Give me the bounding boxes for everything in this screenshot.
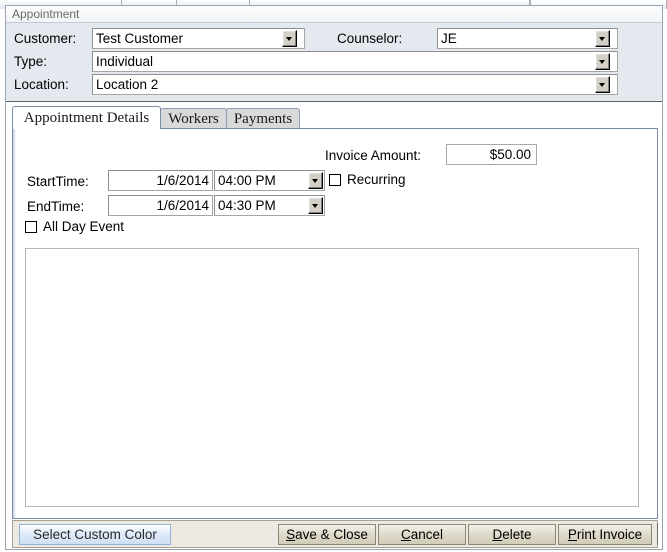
save-and-close-button[interactable]: Save & Close	[278, 524, 376, 545]
notes-textarea[interactable]	[25, 248, 639, 507]
all-day-event-label: All Day Event	[43, 219, 125, 234]
location-dropdown-arrow-icon[interactable]	[595, 76, 610, 93]
tab-workers[interactable]: Workers	[160, 108, 227, 129]
recurring-label: Recurring	[347, 172, 406, 187]
start-date-input[interactable]: 1/6/2014	[108, 170, 213, 191]
print-rest: rint Invoice	[576, 527, 643, 542]
location-input[interactable]: Location 2	[92, 74, 618, 95]
header-row-location: Location: Location 2	[6, 74, 662, 97]
print-accel: P	[567, 527, 577, 542]
window-resize-grip[interactable]	[657, 523, 658, 545]
cancel-accel: C	[400, 527, 411, 542]
customer-input[interactable]: Test Customer	[92, 28, 305, 49]
tab-payments[interactable]: Payments	[226, 108, 300, 129]
cancel-rest: ancel	[410, 527, 444, 542]
print-invoice-button[interactable]: Print Invoice	[558, 524, 652, 545]
end-time-label: EndTime:	[27, 199, 85, 214]
counselor-input[interactable]: JE	[437, 28, 618, 49]
header-row-customer: Customer: Test Customer Counselor: JE	[6, 28, 662, 51]
appointment-form-window: Appointment Customer: Test Customer Coun…	[5, 5, 663, 550]
type-label: Type:	[14, 54, 48, 69]
save-rest: ave & Close	[295, 527, 368, 542]
invoice-amount-input[interactable]: $50.00	[446, 144, 537, 165]
start-time-label: StartTime:	[27, 174, 89, 189]
all-day-event-checkbox[interactable]	[25, 221, 37, 233]
delete-button[interactable]: Delete	[468, 524, 556, 545]
type-dropdown-arrow-icon[interactable]	[595, 53, 610, 70]
type-input[interactable]: Individual	[92, 51, 618, 72]
counselor-label: Counselor:	[337, 31, 403, 46]
detail-tab-strip[interactable]: Appointment Details Workers Payments	[12, 106, 658, 129]
recurring-checkbox[interactable]	[329, 174, 341, 186]
header-panel: Customer: Test Customer Counselor: JE Ty…	[6, 23, 662, 102]
header-row-type: Type: Individual	[6, 51, 662, 74]
select-custom-color-button[interactable]: Select Custom Color	[19, 524, 171, 545]
end-date-input[interactable]: 1/6/2014	[108, 195, 213, 216]
form-title: Appointment	[12, 7, 80, 21]
location-label: Location:	[14, 77, 69, 92]
cancel-button[interactable]: Cancel	[378, 524, 466, 545]
invoice-amount-label: Invoice Amount:	[325, 148, 422, 163]
appointment-details-panel: Invoice Amount: $50.00 StartTime: 1/6/20…	[12, 128, 658, 519]
form-caption-bar: Appointment	[6, 6, 662, 23]
start-time-dropdown-arrow-icon[interactable]	[308, 172, 323, 189]
counselor-dropdown-arrow-icon[interactable]	[595, 30, 610, 47]
customer-label: Customer:	[14, 31, 77, 46]
end-time-dropdown-arrow-icon[interactable]	[308, 197, 323, 214]
customer-dropdown-arrow-icon[interactable]	[282, 30, 297, 47]
delete-accel: D	[492, 527, 503, 542]
tab-appointment-details[interactable]: Appointment Details	[12, 106, 161, 129]
bottom-button-bar: Select Custom Color Save & Close Cancel …	[12, 520, 658, 548]
save-accel: S	[286, 527, 296, 542]
delete-rest: elete	[502, 527, 532, 542]
